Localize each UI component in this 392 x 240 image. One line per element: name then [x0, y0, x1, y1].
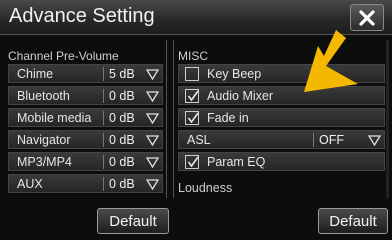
check-icon [187, 112, 199, 124]
fade-in-checkbox[interactable] [185, 111, 199, 125]
page-title: Advance Setting [9, 5, 155, 27]
divider [103, 67, 104, 81]
check-icon [187, 90, 199, 102]
channel-label: Mobile media [17, 111, 92, 125]
scrollbar[interactable] [386, 40, 389, 198]
triangle-down-icon [146, 113, 159, 124]
footer-bar: Default Default [0, 201, 392, 240]
checkbox-row-fade-in[interactable]: Fade in [178, 108, 385, 127]
channel-volume-value: 0 dB [109, 155, 135, 169]
misc-header: MISC [178, 49, 208, 63]
triangle-down-icon [146, 91, 159, 102]
channel-volume-value: 5 dB [109, 67, 135, 81]
close-icon [359, 9, 375, 26]
asl-label: ASL [187, 133, 211, 147]
key-beep-checkbox[interactable] [185, 67, 199, 81]
triangle-down-icon [146, 179, 159, 190]
checkbox-row-param-eq[interactable]: Param EQ [178, 152, 385, 171]
channel-label: Navigator [17, 133, 71, 147]
check-icon [187, 156, 199, 168]
channel-pre-volume-panel: Channel Pre-Volume Chime 5 dB Bluetooth … [3, 40, 167, 198]
channel-volume-value: 0 dB [109, 111, 135, 125]
channel-label: AUX [17, 177, 43, 191]
pointer-arrow-shape [304, 30, 358, 92]
pointer-arrow-icon [304, 30, 358, 92]
checkbox-label: Key Beep [207, 67, 262, 81]
channel-label: Bluetooth [17, 89, 70, 103]
asl-value: OFF [319, 133, 344, 147]
channel-pre-volume-header: Channel Pre-Volume [8, 49, 119, 63]
volume-row-chime[interactable]: Chime 5 dB [8, 64, 163, 83]
divider [103, 89, 104, 103]
channel-volume-value: 0 dB [109, 89, 135, 103]
checkbox-label: Param EQ [207, 155, 266, 169]
volume-row-aux[interactable]: AUX 0 dB [8, 174, 163, 193]
volume-row-mobile-media[interactable]: Mobile media 0 dB [8, 108, 163, 127]
divider [103, 177, 104, 191]
default-button-right[interactable]: Default [318, 208, 388, 234]
volume-row-mp3-mp4[interactable]: MP3/MP4 0 dB [8, 152, 163, 171]
default-button-left[interactable]: Default [97, 208, 169, 234]
channel-volume-value: 0 dB [109, 133, 135, 147]
triangle-down-icon [146, 69, 159, 80]
asl-row[interactable]: ASL OFF [178, 130, 385, 149]
param-eq-checkbox[interactable] [185, 155, 199, 169]
triangle-down-icon [146, 135, 159, 146]
channel-volume-value: 0 dB [109, 177, 135, 191]
triangle-down-icon [368, 135, 381, 146]
divider [103, 111, 104, 125]
divider [103, 155, 104, 169]
channel-label: Chime [17, 67, 54, 81]
checkbox-label: Audio Mixer [207, 89, 273, 103]
triangle-down-icon [146, 157, 159, 168]
checkbox-label: Fade in [207, 111, 249, 125]
audio-mixer-checkbox[interactable] [185, 89, 199, 103]
volume-row-navigator[interactable]: Navigator 0 dB [8, 130, 163, 149]
volume-row-bluetooth[interactable]: Bluetooth 0 dB [8, 86, 163, 105]
loudness-label: Loudness [178, 181, 233, 195]
divider [103, 133, 104, 147]
channel-label: MP3/MP4 [17, 155, 72, 169]
divider [313, 133, 314, 147]
